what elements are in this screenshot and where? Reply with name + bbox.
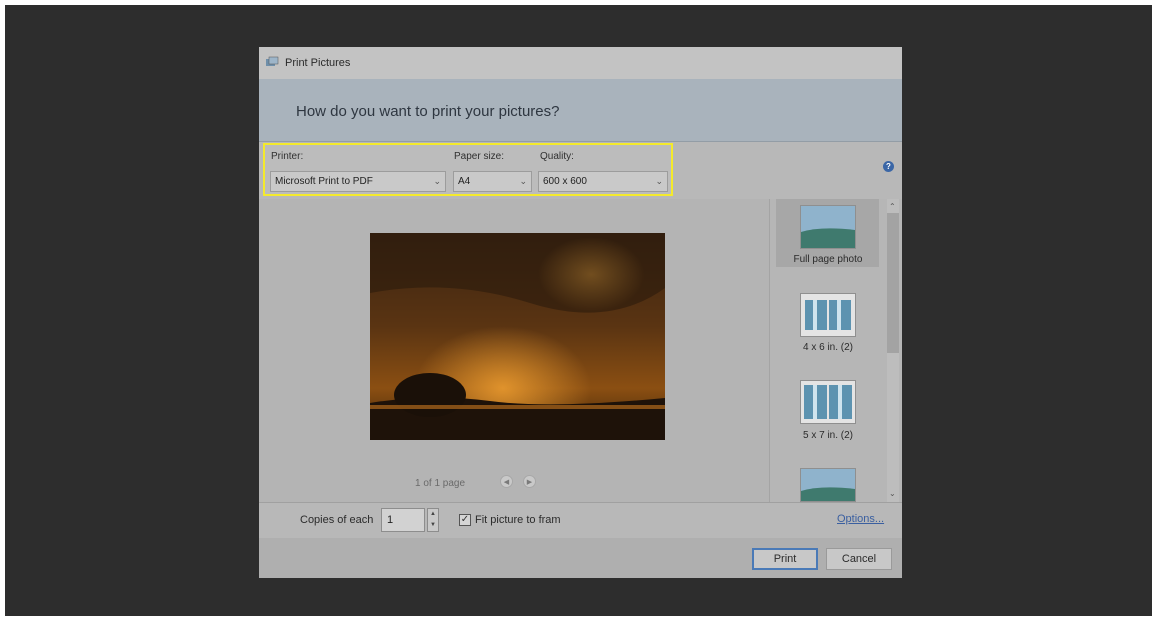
quality-value: 600 x 600	[543, 176, 587, 187]
layout-label: 4 x 6 in. (2)	[802, 342, 854, 353]
spin-up-icon[interactable]: ▲	[428, 509, 438, 520]
printer-select[interactable]: Microsoft Print to PDF ⌄	[270, 171, 446, 192]
paper-size-label: Paper size:	[454, 151, 505, 162]
print-pictures-app-icon	[266, 56, 279, 66]
paper-size-select[interactable]: A4 ⌄	[453, 171, 532, 192]
scrollbar-thumb[interactable]	[887, 213, 899, 353]
chevron-down-icon: ⌄	[655, 176, 663, 186]
scroll-down-icon[interactable]: ⌄	[889, 489, 896, 498]
chevron-down-icon: ⌄	[519, 176, 527, 186]
layout-item[interactable]	[800, 293, 856, 337]
copies-value: 1	[387, 514, 394, 526]
photo-preview	[370, 233, 665, 440]
copies-spinner[interactable]: ▲ ▼	[427, 508, 439, 532]
paper-size-value: A4	[458, 176, 471, 187]
layout-item[interactable]	[800, 468, 856, 502]
page-counter: 1 of 1 page	[415, 478, 466, 489]
landscape-thumbnail-icon	[801, 206, 855, 248]
spin-down-icon[interactable]: ▼	[428, 520, 438, 531]
quality-label: Quality:	[540, 151, 574, 162]
waterfall-thumbnail-icon	[801, 381, 855, 423]
layout-label: 5 x 7 in. (2)	[802, 430, 854, 441]
print-pictures-dialog: Print Pictures How do you want to print …	[259, 47, 902, 578]
quality-select[interactable]: 600 x 600 ⌄	[538, 171, 668, 192]
scroll-up-icon[interactable]: ⌃	[889, 202, 896, 211]
layout-item[interactable]	[800, 205, 856, 249]
copies-input[interactable]: 1	[381, 508, 425, 532]
print-button[interactable]: Print	[752, 548, 818, 570]
fit-picture-label: Fit picture to fram	[475, 514, 561, 526]
printer-label: Printer:	[271, 151, 304, 162]
fit-picture-checkbox[interactable]: ✓	[459, 514, 471, 526]
next-page-button[interactable]: ▶	[523, 475, 536, 488]
waterfall-thumbnail-icon	[801, 294, 855, 336]
help-icon[interactable]: ?	[883, 161, 894, 172]
options-link[interactable]: Options...	[837, 513, 884, 525]
question-banner: How do you want to print your pictures?	[259, 79, 902, 141]
window-title: Print Pictures	[285, 57, 351, 69]
page-heading: How do you want to print your pictures?	[296, 103, 560, 120]
landscape-thumbnail-icon	[801, 469, 855, 501]
layout-label: Full page photo	[793, 254, 863, 265]
layout-item[interactable]	[800, 380, 856, 424]
title-bar: Print Pictures	[259, 47, 902, 79]
printer-value: Microsoft Print to PDF	[275, 176, 373, 187]
chevron-down-icon: ⌄	[433, 176, 441, 186]
cancel-button[interactable]: Cancel	[826, 548, 892, 570]
copies-label: Copies of each	[300, 514, 374, 526]
previous-page-button[interactable]: ◀	[500, 475, 513, 488]
